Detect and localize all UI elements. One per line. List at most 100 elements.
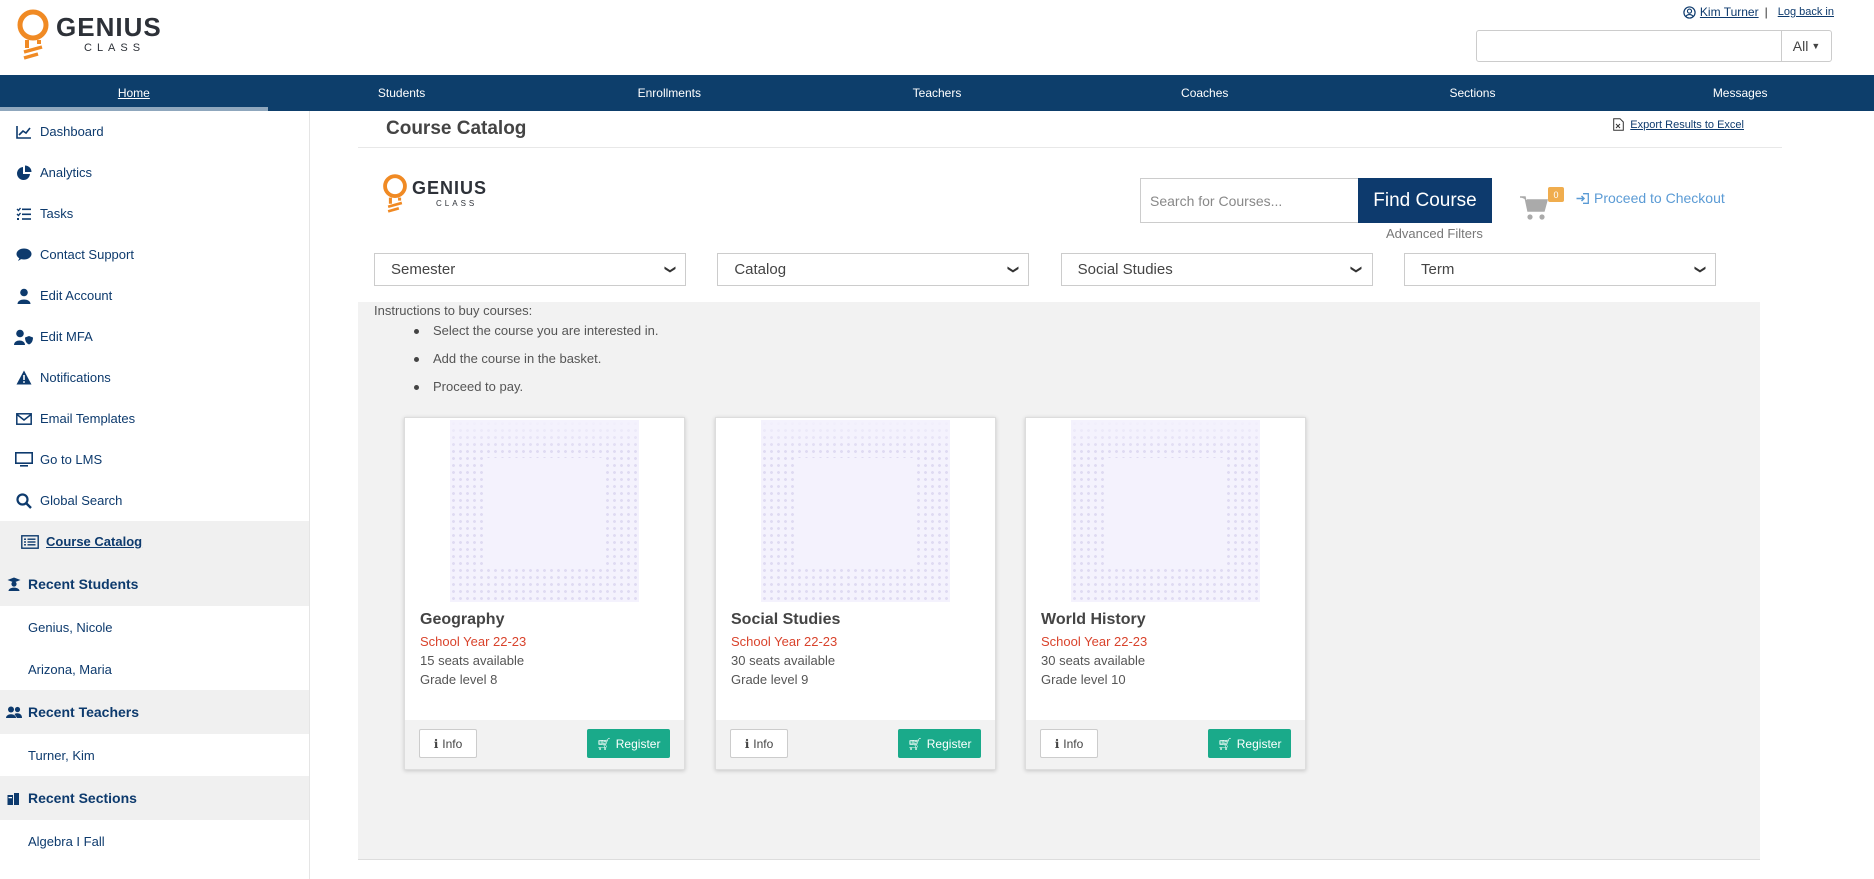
- info-button[interactable]: ℹ Info: [730, 729, 788, 758]
- nav-home[interactable]: Home: [0, 75, 268, 111]
- nav-enrollments[interactable]: Enrollments: [535, 75, 803, 111]
- info-circle-icon: ℹ: [1054, 736, 1060, 751]
- user-name-link[interactable]: Kim Turner: [1700, 5, 1759, 19]
- course-card-footer: ℹ Info 🛒︎ Register: [1026, 720, 1305, 769]
- sidebar-item-label: Global Search: [40, 493, 123, 508]
- sidebar-item-label: Go to LMS: [40, 452, 103, 467]
- sidebar-item-global-search[interactable]: Global Search: [0, 480, 309, 521]
- proceed-to-checkout-link[interactable]: Proceed to Checkout: [1576, 190, 1725, 206]
- catalog-select-value: Catalog: [734, 261, 787, 278]
- main-content: Course Catalog Export Results to Excel G…: [358, 111, 1782, 879]
- envelope-icon: [14, 410, 34, 428]
- register-button-label: Register: [615, 736, 661, 751]
- subject-select-value: Social Studies: [1077, 261, 1173, 278]
- chevron-down-icon: ❯: [1693, 264, 1706, 275]
- chart-line-icon: [14, 123, 34, 141]
- genius-class-logo[interactable]: GENIUS CLASS: [16, 8, 162, 60]
- chevron-down-icon: ❯: [1007, 264, 1020, 275]
- find-course-button[interactable]: Find Course: [1358, 178, 1492, 223]
- books-icon: [6, 792, 22, 805]
- users-icon: [6, 706, 22, 718]
- info-circle-icon: ℹ: [433, 736, 439, 751]
- nav-messages[interactable]: Messages: [1606, 75, 1874, 111]
- subject-select[interactable]: Social Studies ❯: [1060, 253, 1373, 286]
- catalog-select[interactable]: Catalog ❯: [717, 253, 1030, 286]
- course-grade: Grade level 9: [731, 672, 809, 687]
- sidebar-item-dashboard[interactable]: Dashboard: [0, 111, 309, 152]
- user-circle-icon: [1683, 5, 1696, 19]
- chat-icon: [14, 246, 34, 264]
- nav-coaches-label: Coaches: [1181, 86, 1229, 100]
- info-button[interactable]: ℹ Info: [1040, 729, 1098, 758]
- global-search-input[interactable]: [1477, 31, 1781, 61]
- sidebar-item-label: Dashboard: [40, 124, 104, 139]
- global-search-box: All ▼: [1476, 30, 1832, 62]
- sidebar-item-edit-mfa[interactable]: Edit MFA: [0, 316, 309, 357]
- sidebar-item-notifications[interactable]: Notifications: [0, 357, 309, 398]
- sidebar-item-go-to-lms[interactable]: Go to LMS: [0, 439, 309, 480]
- course-card-footer: ℹ Info 🛒︎ Register: [716, 720, 995, 769]
- chevron-down-icon: ❯: [1350, 264, 1363, 275]
- course-search-input[interactable]: [1140, 178, 1359, 223]
- instruction-item: Select the course you are interested in.: [414, 323, 658, 351]
- info-button-label: Info: [753, 736, 774, 751]
- info-button[interactable]: ℹ Info: [419, 729, 477, 758]
- nav-students[interactable]: Students: [268, 75, 536, 111]
- search-scope-dropdown[interactable]: All ▼: [1781, 31, 1831, 61]
- catalog-logo-title: GENIUS: [412, 177, 488, 198]
- recent-section-item[interactable]: Algebra I Fall: [0, 820, 309, 862]
- register-button[interactable]: 🛒︎ Register: [587, 729, 670, 758]
- course-card: World History School Year 22-23 30 seats…: [1025, 417, 1306, 770]
- recent-teacher-item[interactable]: Turner, Kim: [0, 734, 309, 776]
- main-navbar: Home Students Enrollments Teachers Coach…: [0, 75, 1874, 111]
- semester-select[interactable]: Semester ❯: [374, 253, 686, 286]
- course-seats: 15 seats available: [420, 653, 525, 668]
- sidebar-item-contact-support[interactable]: Contact Support: [0, 234, 309, 275]
- page-title: Course Catalog: [386, 118, 527, 139]
- checkout-label: Proceed to Checkout: [1594, 190, 1725, 206]
- task-list-icon: [14, 205, 34, 223]
- cart-button[interactable]: 0: [1520, 187, 1564, 221]
- sidebar-item-label: Analytics: [40, 165, 93, 180]
- export-excel[interactable]: Export Results to Excel: [1613, 118, 1744, 131]
- nav-teachers-label: Teachers: [912, 86, 962, 100]
- sidebar-item-label: Course Catalog: [46, 534, 143, 549]
- search-scope-label: All: [1792, 38, 1809, 54]
- sidebar-item-analytics[interactable]: Analytics: [0, 152, 309, 193]
- sidebar-item-label: Contact Support: [40, 247, 134, 262]
- advanced-filters-link[interactable]: Advanced Filters: [1386, 226, 1483, 241]
- course-title: World History: [1041, 611, 1146, 628]
- sidebar-item-course-catalog[interactable]: Course Catalog: [0, 521, 309, 562]
- term-select[interactable]: Term ❯: [1403, 253, 1716, 286]
- nav-sections-label: Sections: [1449, 86, 1496, 100]
- term-select-value: Term: [1420, 261, 1455, 278]
- logo-subtitle: CLASS: [84, 42, 146, 54]
- semester-select-value: Semester: [391, 261, 456, 278]
- export-excel-link[interactable]: Export Results to Excel: [1630, 119, 1744, 131]
- nav-teachers[interactable]: Teachers: [803, 75, 1071, 111]
- course-card: Social Studies School Year 22-23 30 seat…: [715, 417, 996, 770]
- sidebar: Dashboard Analytics Tasks Contact Suppor…: [0, 111, 310, 879]
- register-button[interactable]: 🛒︎ Register: [1208, 729, 1291, 758]
- register-button[interactable]: 🛒︎ Register: [898, 729, 981, 758]
- caret-down-icon: ▼: [1811, 41, 1821, 51]
- cart-count-badge: 0: [1548, 187, 1564, 202]
- logo-title: GENIUS: [56, 12, 162, 42]
- sidebar-item-label: Notifications: [40, 370, 111, 385]
- recent-student-item[interactable]: Genius, Nicole: [0, 606, 309, 648]
- course-card-footer: ℹ Info 🛒︎ Register: [405, 720, 684, 769]
- nav-sections[interactable]: Sections: [1339, 75, 1607, 111]
- nav-coaches[interactable]: Coaches: [1071, 75, 1339, 111]
- sidebar-item-tasks[interactable]: Tasks: [0, 193, 309, 234]
- sidebar-item-email-templates[interactable]: Email Templates: [0, 398, 309, 439]
- course-grade: Grade level 10: [1041, 672, 1126, 687]
- log-back-in-link[interactable]: Log back in: [1778, 6, 1834, 18]
- sidebar-item-label: Edit Account: [40, 288, 113, 303]
- catalog-panel: Instructions to buy courses: Select the …: [358, 302, 1760, 860]
- recent-student-item[interactable]: Arizona, Maria: [0, 648, 309, 690]
- course-thumbnail: [1071, 420, 1260, 602]
- sidebar-item-edit-account[interactable]: Edit Account: [0, 275, 309, 316]
- chevron-down-icon: ❯: [663, 264, 676, 275]
- instructions-list: Select the course you are interested in.…: [414, 323, 658, 407]
- catalog-logo: GENIUS CLASS: [382, 173, 487, 213]
